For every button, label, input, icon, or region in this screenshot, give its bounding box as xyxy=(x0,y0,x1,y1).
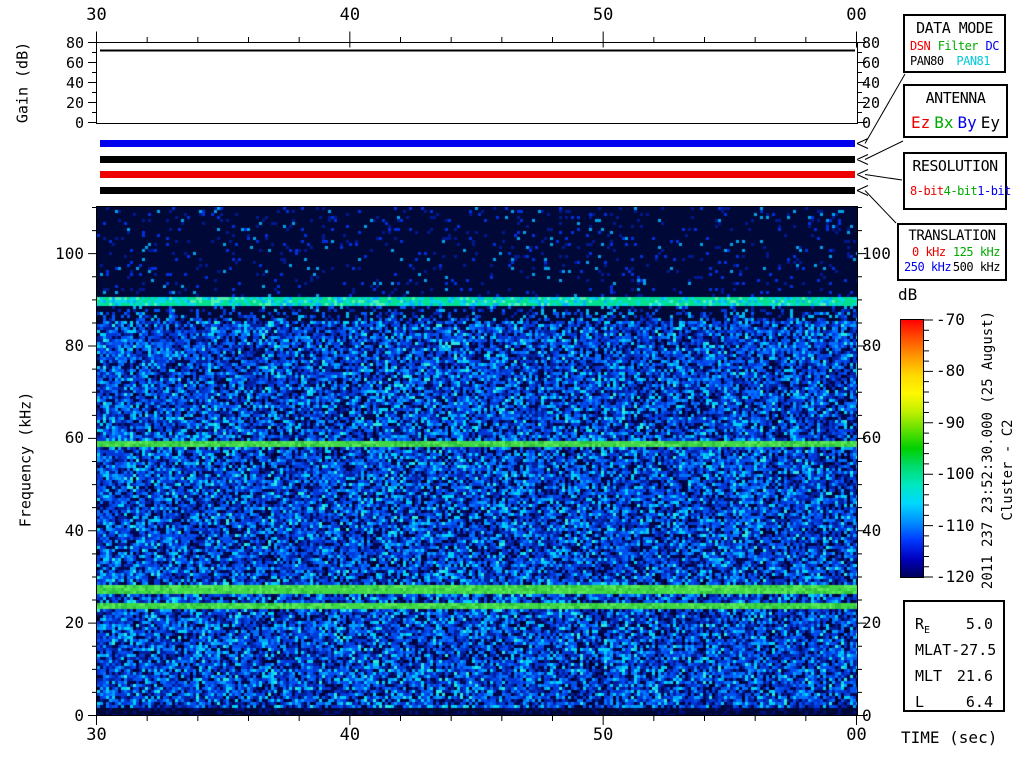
tick-label: 50 xyxy=(592,725,614,745)
translation-options2: 250 kHz 500 kHz xyxy=(899,260,1005,274)
translation-250khz: 250 kHz xyxy=(904,260,952,274)
resolution-8bit: 8-bit xyxy=(910,184,944,198)
data-mode-status-bar xyxy=(100,140,855,147)
tick-label: 20 xyxy=(64,613,84,633)
resolution-status-bar xyxy=(100,171,855,178)
ephemeris-value: -27.5 xyxy=(951,641,997,659)
tick-label: 20 xyxy=(862,613,882,633)
antenna-bx: Bx xyxy=(934,113,954,132)
time-axis-label: TIME (sec) xyxy=(901,728,998,747)
ephemeris-value: 21.6 xyxy=(956,667,993,685)
tick-label: 20 xyxy=(65,93,84,112)
ephemeris-row-mlt: MLT 21.6 xyxy=(915,667,993,693)
data-mode-pan80: PAN80 xyxy=(910,54,944,68)
tick-label: 80 xyxy=(862,336,882,356)
colorbar-unit-label: dB xyxy=(898,285,918,304)
ephemeris-row-l: L 6.4 xyxy=(915,693,993,719)
resolution-options: 8-bit 4-bit 1-bit xyxy=(905,184,1011,198)
tick-label: -90 xyxy=(936,412,965,432)
antenna-options: Ez Bx By Ey xyxy=(905,113,1006,132)
tick-label: 80 xyxy=(65,33,84,52)
timestamp-label: 2011 237 23:52:30.000 (25 August) xyxy=(980,310,996,590)
antenna-status-bar xyxy=(100,156,855,163)
data-mode-options: DSN Filter DC xyxy=(905,39,1004,53)
tick-label: 60 xyxy=(64,428,84,448)
data-mode-dc: DC xyxy=(985,39,1000,53)
antenna-by: By xyxy=(957,113,977,132)
translation-500khz: 500 kHz xyxy=(952,260,1001,274)
tick-label: 100 xyxy=(862,243,891,263)
data-mode-options2: PAN80 PAN81 xyxy=(905,54,1004,68)
tick-label: -70 xyxy=(936,310,965,329)
tick-label: -80 xyxy=(936,361,965,381)
ephemeris-row-mlat: MLAT -27.5 xyxy=(915,641,997,667)
ephemeris-label: RE xyxy=(915,615,931,636)
gain-plot xyxy=(96,42,858,124)
tick-label: -100 xyxy=(936,464,975,484)
tick-label: 60 xyxy=(65,53,84,72)
antenna-ez: Ez xyxy=(911,113,931,132)
data-mode-dsn: DSN xyxy=(910,39,931,53)
tick-label: -110 xyxy=(936,515,975,535)
tick-label: 0 xyxy=(862,113,872,132)
resolution-title: RESOLUTION xyxy=(912,157,998,175)
antenna-panel: ANTENNA Ez Bx By Ey xyxy=(903,84,1008,138)
tick-label: -120 xyxy=(936,567,975,586)
resolution-panel: RESOLUTION 8-bit 4-bit 1-bit xyxy=(903,152,1011,210)
translation-status-bar xyxy=(100,187,855,194)
tick-label: 50 xyxy=(592,5,614,25)
tick-label: 80 xyxy=(862,33,881,52)
ephemeris-row-re: RE 5.0 xyxy=(915,615,993,641)
tick-label: 60 xyxy=(862,53,881,72)
tick-label: 40 xyxy=(65,73,84,92)
tick-label: 0 xyxy=(862,705,872,725)
frequency-axis-label: Frequency (kHz) xyxy=(16,391,35,528)
translation-options1: 0 kHz 125 kHz xyxy=(899,245,1005,259)
spacecraft-label: Cluster - C2 xyxy=(1000,419,1016,521)
ephemeris-panel: RE 5.0 MLAT -27.5 MLT 21.6 L 6.4 xyxy=(903,600,1005,712)
tick-label: 40 xyxy=(862,520,882,540)
ephemeris-value: 6.4 xyxy=(965,693,993,711)
tick-label: 00 xyxy=(846,725,867,745)
tick-label: 40 xyxy=(64,520,84,540)
resolution-1bit: 1-bit xyxy=(977,184,1011,198)
tick-label: 0 xyxy=(74,113,84,132)
wbd-spectrogram-display: Gain (dB) Frequency (kHz) dB 2011 237 23… xyxy=(0,0,1024,768)
spectrogram-heatmap xyxy=(96,206,858,716)
tick-label: 40 xyxy=(339,5,361,25)
gain-axis-label: Gain (dB) xyxy=(13,41,32,124)
tick-label: 20 xyxy=(862,93,881,112)
tick-label: 30 xyxy=(86,5,107,25)
ephemeris-label: L xyxy=(915,693,925,711)
tick-label: 30 xyxy=(86,725,107,745)
data-mode-pan81: PAN81 xyxy=(956,54,990,68)
tick-label: 40 xyxy=(862,73,881,92)
translation-0khz: 0 kHz xyxy=(912,245,946,259)
resolution-4bit: 4-bit xyxy=(943,184,978,198)
tick-label: 40 xyxy=(339,725,361,745)
ephemeris-value: 5.0 xyxy=(965,615,993,633)
tick-label: 60 xyxy=(862,428,882,448)
ephemeris-label: MLT xyxy=(915,667,943,685)
antenna-title: ANTENNA xyxy=(925,89,986,107)
data-mode-filter: Filter xyxy=(937,39,979,53)
data-mode-title: DATA MODE xyxy=(916,19,993,37)
tick-label: 0 xyxy=(74,705,84,725)
data-mode-panel: DATA MODE DSN Filter DC PAN80 PAN81 xyxy=(903,14,1006,73)
translation-title: TRANSLATION xyxy=(908,228,996,244)
tick-label: 00 xyxy=(846,5,867,25)
tick-label: 80 xyxy=(64,336,84,356)
antenna-ey: Ey xyxy=(980,113,1000,132)
ephemeris-label: MLAT xyxy=(915,641,952,659)
translation-panel: TRANSLATION 0 kHz 125 kHz 250 kHz 500 kH… xyxy=(897,223,1007,281)
translation-125khz: 125 kHz xyxy=(952,245,1001,259)
tick-label: 100 xyxy=(55,243,84,263)
